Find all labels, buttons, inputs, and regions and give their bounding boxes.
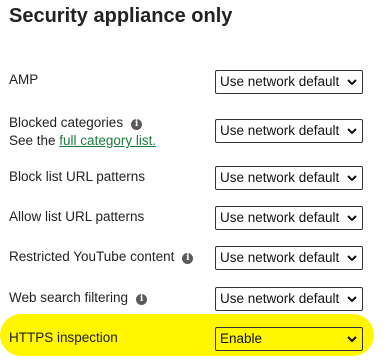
web-search-select[interactable]: Use network default [215, 287, 363, 311]
blocked-categories-help: See the full category list. [9, 133, 156, 148]
info-icon[interactable]: i [131, 119, 143, 130]
web-search-label-text: Web search filtering [9, 290, 129, 305]
chevron-down-icon [347, 128, 357, 135]
allow-list-select[interactable]: Use network default [215, 206, 363, 230]
section-title: Security appliance only [9, 5, 233, 27]
full-category-list-link[interactable]: full category list. [59, 133, 156, 148]
blocked-categories-select[interactable]: Use network default [215, 119, 363, 143]
block-list-select-value: Use network default [220, 170, 340, 185]
youtube-label-text: Restricted YouTube content [9, 249, 175, 264]
setting-label-blocked-categories: Blocked categories i [9, 115, 143, 130]
setting-label-allow-list: Allow list URL patterns [9, 209, 145, 224]
info-icon[interactable]: i [182, 253, 194, 264]
blocked-categories-label-text: Blocked categories [9, 115, 124, 130]
https-inspection-select-value: Enable [220, 331, 263, 346]
web-search-select-value: Use network default [220, 291, 340, 306]
setting-label-block-list: Block list URL patterns [9, 169, 146, 184]
amp-select-value: Use network default [220, 74, 340, 89]
block-list-select[interactable]: Use network default [215, 166, 363, 190]
chevron-down-icon [347, 79, 357, 86]
https-inspection-select[interactable]: Enable [215, 327, 363, 351]
youtube-select[interactable]: Use network default [215, 246, 363, 270]
chevron-down-icon [347, 296, 357, 303]
chevron-down-icon [347, 175, 357, 182]
setting-label-amp: AMP [9, 72, 39, 87]
setting-label-web-search: Web search filtering i [9, 290, 148, 305]
setting-label-https-inspection: HTTPS inspection [9, 330, 118, 345]
blocked-categories-help-text: See the [9, 133, 60, 148]
chevron-down-icon [347, 336, 357, 343]
info-icon[interactable]: i [136, 294, 148, 305]
blocked-categories-select-value: Use network default [220, 123, 340, 138]
amp-select[interactable]: Use network default [215, 70, 363, 94]
chevron-down-icon [347, 255, 357, 262]
chevron-down-icon [347, 215, 357, 222]
youtube-select-value: Use network default [220, 250, 340, 265]
allow-list-select-value: Use network default [220, 210, 340, 225]
setting-label-youtube: Restricted YouTube content i [9, 249, 194, 264]
